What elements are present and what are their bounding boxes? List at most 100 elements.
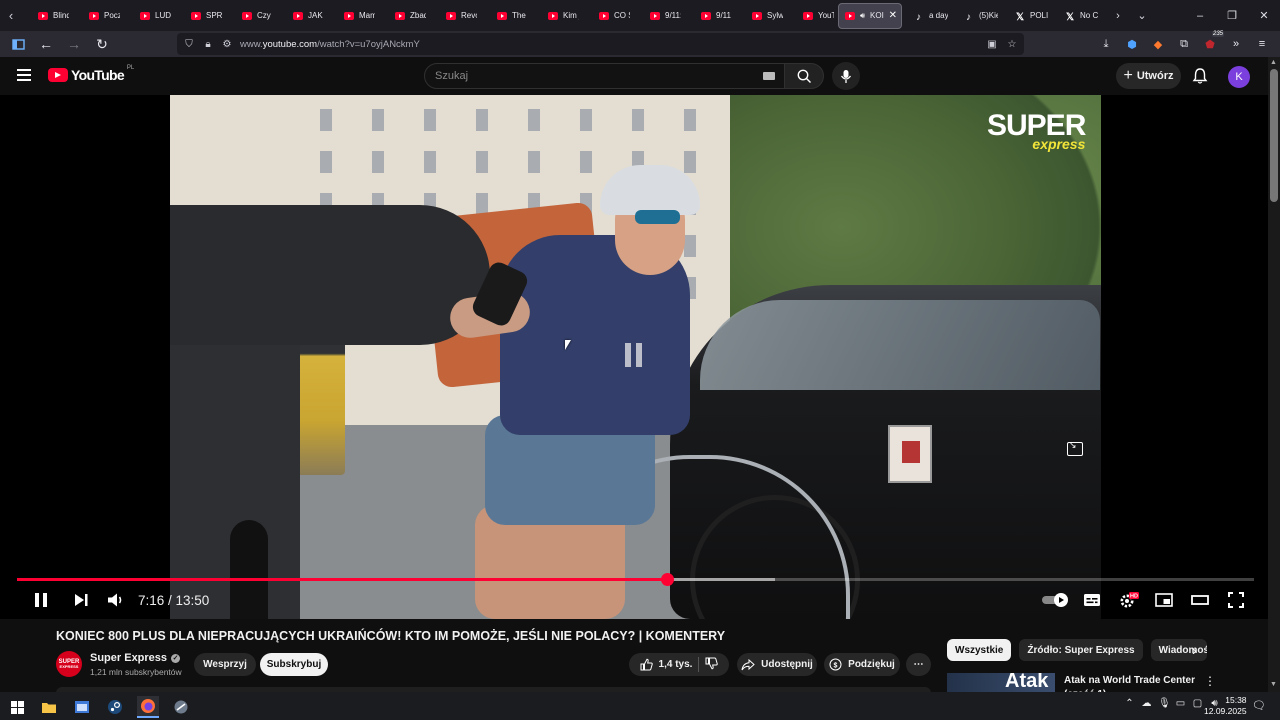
browser-tab[interactable]: Revo <box>430 3 481 29</box>
extensions-puzzle-icon[interactable]: ⧉ <box>1174 34 1194 54</box>
like-button[interactable]: 1,4 tys. <box>640 658 692 671</box>
shield-extension-icon[interactable]: ⬢ <box>1122 34 1142 54</box>
back-button[interactable]: ← <box>34 32 58 56</box>
onedrive-cloud-icon[interactable]: ☁ <box>1141 698 1152 709</box>
tray-overflow-icon[interactable]: ⌃ <box>1124 698 1135 709</box>
browser-tab[interactable]: Czy ta <box>226 3 277 29</box>
browser-tab[interactable]: Sylwe <box>736 3 787 29</box>
recommendation-menu-icon[interactable]: ⋮ <box>1204 674 1216 688</box>
scrollbar-thumb[interactable] <box>1270 69 1278 202</box>
browser-tab[interactable]: 𝕏 POLIN <box>1002 3 1052 29</box>
lock-icon[interactable]: 🔒︎ <box>202 39 214 50</box>
microphone-tray-icon[interactable]: 🎙︎ <box>1158 698 1171 709</box>
browser-tab[interactable]: CO SI <box>583 3 634 29</box>
scroll-down-arrow-icon[interactable]: ▼ <box>1270 681 1277 688</box>
browser-tab[interactable]: 𝕏 No C <box>1052 3 1102 29</box>
browser-tab-active[interactable]: 🔊︎ KOI ✕ <box>838 2 902 29</box>
chevron-right-icon[interactable]: › <box>1192 642 1197 658</box>
guide-menu-icon[interactable] <box>17 69 31 84</box>
browser-tab[interactable]: 9/11: <box>634 3 685 29</box>
network-icon[interactable]: ▭ <box>1175 698 1186 709</box>
browser-tab[interactable]: JAK R <box>277 3 328 29</box>
filter-chip[interactable]: Wiadomości <box>1150 639 1207 661</box>
account-avatar[interactable]: K <box>1228 66 1250 88</box>
browser-tab[interactable]: The Fi <box>481 3 532 29</box>
sidebar-toggle-icon[interactable] <box>6 32 30 56</box>
app-window-icon[interactable] <box>71 696 93 718</box>
notification-center-icon[interactable]: 🗨︎ <box>1252 699 1266 712</box>
dislike-button[interactable] <box>705 657 719 673</box>
filter-chip[interactable]: Wszystkie <box>947 639 1012 661</box>
tracking-protection-icon[interactable]: ⛉ <box>183 39 195 50</box>
keyboard-icon[interactable] <box>763 72 775 80</box>
create-button[interactable]: + Utwórz <box>1116 63 1181 89</box>
picture-in-picture-icon[interactable]: ▣ <box>986 39 998 50</box>
search-box[interactable] <box>424 63 786 89</box>
next-button[interactable] <box>70 589 92 611</box>
start-menu-windows-icon[interactable] <box>6 696 28 718</box>
address-bar[interactable]: ⛉ 🔒︎ ⚙ www.youtube.com/watch?v=u7oyjANck… <box>177 33 1024 55</box>
minimize-button[interactable]: – <box>1184 10 1216 22</box>
scroll-up-arrow-icon[interactable]: ▲ <box>1270 59 1277 66</box>
page-scrollbar[interactable]: ▲ ▼ <box>1268 57 1280 692</box>
video-frame[interactable]: SUPER express <box>170 95 1101 619</box>
miniplayer-overlay-icon[interactable] <box>1067 440 1083 456</box>
steam-icon[interactable] <box>104 696 126 718</box>
theater-mode-button[interactable] <box>1189 589 1211 611</box>
channel-name[interactable]: Super Express ✓ <box>90 652 181 664</box>
fullscreen-button[interactable] <box>1225 589 1247 611</box>
search-button[interactable] <box>784 63 824 89</box>
browser-tab[interactable]: ♪ (5)Kie <box>952 3 1002 29</box>
share-button[interactable]: Udostępnij <box>737 653 817 676</box>
subtitles-button[interactable] <box>1081 589 1103 611</box>
subscribe-button[interactable]: Subskrybuj <box>260 653 328 676</box>
close-tab-icon[interactable]: ✕ <box>889 10 897 21</box>
firefox-icon[interactable] <box>137 696 159 718</box>
browser-tab[interactable]: LUDZI <box>124 3 175 29</box>
settings-button[interactable]: HD <box>1117 589 1141 611</box>
miniplayer-button[interactable] <box>1153 589 1175 611</box>
list-all-tabs-button[interactable]: ⌄ <box>1130 9 1154 22</box>
youtube-logo[interactable]: YouTube PL <box>48 65 134 83</box>
search-input[interactable] <box>435 70 735 82</box>
display-icon[interactable]: ▢ <box>1192 698 1203 709</box>
permissions-icon[interactable]: ⚙ <box>221 39 233 50</box>
browser-tab[interactable]: Blind L <box>22 3 73 29</box>
browser-tab[interactable]: Począt <box>73 3 124 29</box>
notifications-bell-icon[interactable] <box>1191 67 1209 85</box>
browser-tab[interactable]: Zbada <box>379 3 430 29</box>
mute-button[interactable] <box>105 589 127 611</box>
downloads-icon[interactable]: ⤓ <box>1096 34 1116 54</box>
tab-scroll-left-button[interactable]: ‹ <box>0 0 22 31</box>
support-button[interactable]: Wesprzyj <box>194 653 256 676</box>
more-tools-icon[interactable]: » <box>1226 34 1246 54</box>
extension-icon[interactable]: ◆ <box>1148 34 1168 54</box>
video-player[interactable]: SUPER express 7:16 / 13:50 HD <box>0 95 1268 619</box>
bookmark-star-icon[interactable]: ☆ <box>1006 39 1018 50</box>
thanks-button[interactable]: $ Podziękuj <box>824 653 900 676</box>
browser-tab[interactable]: YouTu <box>787 3 838 29</box>
reload-button[interactable]: ↻ <box>90 32 114 56</box>
browser-tab[interactable]: SPRZĄ <box>175 3 226 29</box>
maximize-button[interactable]: ❐ <box>1216 9 1248 22</box>
app-icon[interactable] <box>170 696 192 718</box>
voice-search-button[interactable] <box>832 62 860 90</box>
close-window-button[interactable]: ✕ <box>1248 9 1280 22</box>
browser-tab[interactable]: ♪ a day <box>902 3 952 29</box>
browser-tab[interactable]: 9/11 a <box>685 3 736 29</box>
autoplay-toggle[interactable] <box>1040 589 1070 611</box>
browser-tab[interactable]: Mamr <box>328 3 379 29</box>
pause-button[interactable] <box>30 589 52 611</box>
browser-tab[interactable]: Kim je <box>532 3 583 29</box>
tab-scroll-right-button[interactable]: › <box>1106 10 1130 22</box>
filter-chip[interactable]: Źródło: Super Express <box>1019 639 1143 661</box>
file-explorer-icon[interactable] <box>38 696 60 718</box>
more-actions-button[interactable]: ⋯ <box>906 653 931 676</box>
channel-avatar[interactable]: SUPER EXPRESS <box>56 651 82 677</box>
taskbar-clock[interactable]: 15:38 12.09.2025 <box>1204 695 1247 717</box>
url-text[interactable]: www.youtube.com/watch?v=u7oyjANckmY <box>240 39 420 50</box>
forward-button[interactable]: → <box>62 32 86 56</box>
progress-bar[interactable] <box>17 573 1254 586</box>
tab-audio-icon[interactable]: 🔊︎ <box>860 11 865 21</box>
recommendation-thumbnail[interactable]: Atak <box>947 673 1055 692</box>
